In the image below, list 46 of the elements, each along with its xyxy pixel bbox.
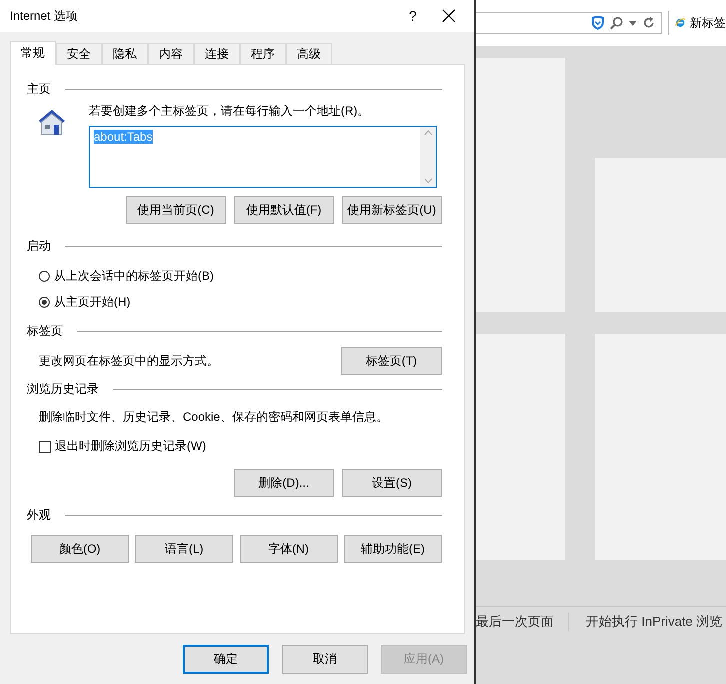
checkbox-label: 退出时删除浏览历史记录(W) — [55, 438, 206, 455]
dialog-button[interactable]: 取消 — [282, 645, 368, 674]
button[interactable]: 颜色(O) — [31, 535, 129, 563]
window-title: Internet 选项 — [10, 8, 80, 24]
button[interactable]: 设置(S) — [342, 469, 442, 497]
button[interactable]: 使用默认值(F) — [234, 196, 334, 224]
browser-link[interactable]: 最后一次页面 — [476, 613, 554, 631]
tile[interactable] — [476, 334, 565, 560]
section-heading: 浏览历史记录 — [27, 380, 99, 398]
button[interactable]: 删除(D)... — [234, 469, 334, 497]
tab[interactable]: 安全 — [56, 43, 102, 64]
radio-button[interactable] — [39, 297, 50, 308]
button[interactable]: 字体(N) — [240, 535, 338, 563]
dropdown-icon[interactable] — [629, 20, 637, 26]
search-icon[interactable] — [610, 16, 624, 30]
button[interactable]: 语言(L) — [135, 535, 234, 563]
tab[interactable]: 连接 — [194, 43, 240, 64]
description-text: 更改网页在标签页中的显示方式。 — [39, 352, 219, 370]
shield-icon[interactable] — [591, 16, 605, 30]
instruction-text: 若要创建多个主标签页，请在每行输入一个地址(R)。 — [89, 103, 371, 120]
description-text: 删除临时文件、历史记录、Cookie、保存的密码和网页表单信息。 — [39, 409, 390, 426]
section-heading: 外观 — [27, 506, 51, 524]
button[interactable]: 辅助功能(E) — [344, 535, 442, 563]
address-bar[interactable] — [476, 12, 662, 34]
tile[interactable] — [476, 58, 565, 312]
tab[interactable]: 内容 — [148, 43, 194, 64]
radio-button[interactable] — [39, 271, 50, 282]
close-icon[interactable] — [442, 9, 456, 23]
dialog-button[interactable]: 确定 — [183, 645, 269, 674]
section-heading: 启动 — [27, 238, 51, 254]
radio-label: 从主页开始(H) — [54, 294, 131, 311]
help-button[interactable]: ? — [398, 8, 428, 24]
button[interactable]: 标签页(T) — [341, 347, 442, 375]
section-heading: 主页 — [27, 80, 51, 98]
checkbox[interactable] — [39, 440, 51, 452]
refresh-icon[interactable] — [642, 16, 656, 30]
tab[interactable]: 隐私 — [102, 43, 148, 64]
section-heading: 标签页 — [27, 322, 63, 340]
tab[interactable]: 程序 — [240, 43, 286, 64]
button[interactable]: 使用当前页(C) — [126, 196, 226, 224]
button[interactable]: 使用新标签页(U) — [342, 196, 442, 224]
browser-tab[interactable]: 新标签 — [668, 11, 726, 35]
radio-label: 从上次会话中的标签页开始(B) — [54, 268, 214, 285]
tab[interactable]: 高级 — [286, 43, 332, 64]
tab[interactable]: 常规 — [10, 41, 56, 65]
browser-link[interactable]: 开始执行 InPrivate 浏览 — [586, 613, 723, 631]
